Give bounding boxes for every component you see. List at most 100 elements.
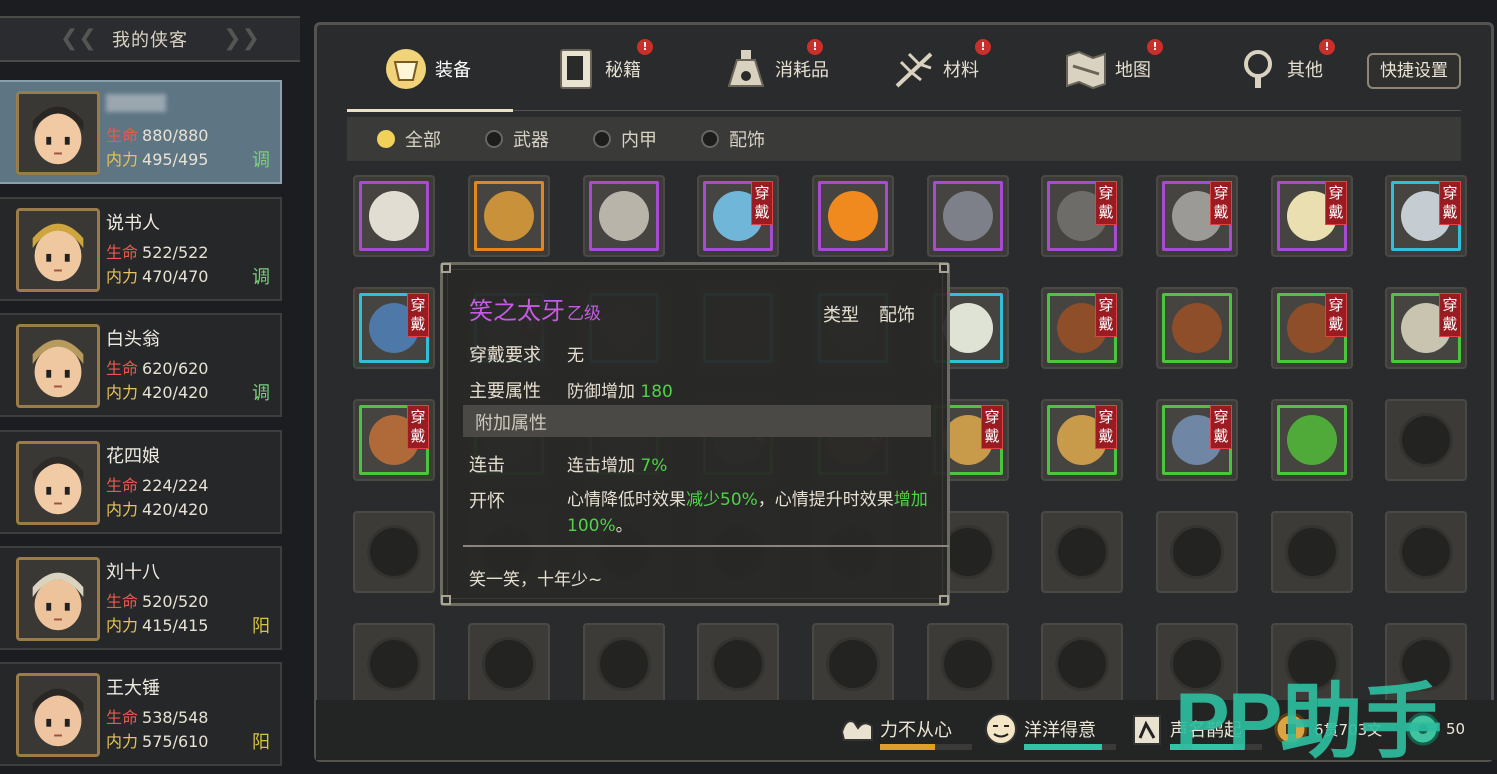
empty-slot[interactable] — [927, 623, 1009, 705]
empty-socket-icon — [1055, 637, 1109, 691]
empty-slot[interactable] — [1041, 623, 1123, 705]
corner-ornament-icon — [939, 263, 949, 273]
item-name: 笑之太牙 乙级 — [469, 297, 601, 325]
filter-option[interactable]: 武器 — [485, 126, 549, 152]
tab-potion[interactable]: 消耗品! — [723, 39, 829, 99]
corner-ornament-icon — [441, 263, 451, 273]
tab-herb[interactable]: 材料! — [891, 39, 991, 99]
radio-icon — [701, 130, 719, 148]
item-slot[interactable] — [812, 175, 894, 257]
alert-badge-icon: ! — [975, 39, 991, 55]
item-slot[interactable]: 穿戴 — [353, 399, 435, 481]
watermark-logo: PP助手 — [1175, 677, 1442, 768]
equipped-tag: 穿戴 — [1095, 293, 1117, 337]
glove-icon — [1172, 303, 1222, 353]
hero-card[interactable]: 生命 880/880 内力 495/495 调 — [0, 80, 282, 184]
empty-socket-icon — [711, 637, 765, 691]
item-slot[interactable]: 穿戴 — [1385, 175, 1467, 257]
empty-slot[interactable] — [697, 623, 779, 705]
pouch-icon — [369, 191, 419, 241]
equipped-tag: 穿戴 — [1439, 293, 1461, 337]
hero-portrait — [16, 557, 100, 641]
empty-slot[interactable] — [812, 623, 894, 705]
item-slot[interactable]: 穿戴 — [1041, 175, 1123, 257]
tab-label: 装备 — [435, 60, 471, 81]
muscle-icon — [840, 720, 873, 741]
hero-card[interactable]: 刘十八 生命 520/520 内力 415/415 阳 — [0, 546, 282, 650]
avatar-icon — [19, 676, 97, 754]
item-slot[interactable]: 穿戴 — [1041, 399, 1123, 481]
empty-slot[interactable] — [1041, 511, 1123, 593]
item-slot[interactable]: 穿戴 — [1041, 287, 1123, 369]
item-description: 笑一笑，十年少~ — [469, 570, 603, 590]
left-chevron-icon: ❮❮ — [60, 26, 97, 51]
empty-socket-icon — [1399, 525, 1453, 579]
tab-lamp[interactable]: 其他! — [1235, 39, 1335, 99]
item-slot[interactable] — [1271, 399, 1353, 481]
empty-slot[interactable] — [1156, 511, 1238, 593]
item-tooltip: 笑之太牙 乙级 类型 配饰 穿戴要求 无 主要属性 防御增加 180 附加属性 连… — [440, 262, 950, 606]
hero-card[interactable]: 说书人 生命 522/522 内力 470/470 调 — [0, 197, 282, 301]
hero-card[interactable]: 王大锤 生命 538/548 内力 575/610 阳 — [0, 662, 282, 766]
filter-option[interactable]: 配饰 — [701, 126, 765, 152]
extra-attr-label: 连击 — [469, 455, 505, 476]
filter-option[interactable]: 全部 — [377, 126, 441, 152]
requirement-label: 穿戴要求 — [469, 345, 541, 366]
item-slot[interactable] — [927, 175, 1009, 257]
item-slot[interactable]: 穿戴 — [353, 287, 435, 369]
hero-name: 花四娘 — [106, 446, 160, 467]
hero-name: 刘十八 — [106, 562, 160, 583]
hero-mp: 内力 420/420 — [106, 383, 209, 402]
item-slot[interactable]: 穿戴 — [697, 175, 779, 257]
hero-card[interactable]: 白头翁 生命 620/620 内力 420/420 调 — [0, 313, 282, 417]
tab-armor[interactable]: 装备 — [383, 39, 471, 99]
radio-icon — [485, 130, 503, 148]
item-slot[interactable]: 穿戴 — [1385, 287, 1467, 369]
item-slot[interactable]: 穿戴 — [1156, 175, 1238, 257]
tab-divider — [513, 110, 1461, 111]
extra-attr-label: 开怀 — [469, 491, 505, 512]
status-effect[interactable]: 力不从心 — [838, 710, 972, 750]
main-attr-label: 主要属性 — [469, 381, 541, 402]
empty-slot[interactable] — [468, 623, 550, 705]
empty-slot[interactable] — [1385, 511, 1467, 593]
equipped-tag: 穿戴 — [981, 405, 1003, 449]
hero-card[interactable]: 花四娘 生命 224/224 内力 420/420 — [0, 430, 282, 534]
empty-slot[interactable] — [583, 623, 665, 705]
item-slot[interactable] — [468, 175, 550, 257]
empty-slot[interactable] — [353, 511, 435, 593]
tab-label: 其他 — [1287, 60, 1323, 81]
empty-slot[interactable] — [1385, 399, 1467, 481]
hero-hp: 生命 520/520 — [106, 592, 209, 611]
empty-socket-icon — [367, 525, 421, 579]
tab-book[interactable]: 秘籍! — [553, 39, 653, 99]
corner-ornament-icon — [939, 595, 949, 605]
hero-hp: 生命 224/224 — [106, 476, 209, 495]
hero-mood: 阳 — [252, 732, 270, 753]
hero-mood: 调 — [252, 383, 270, 404]
avatar-icon — [19, 94, 97, 172]
item-slot[interactable]: 穿戴 — [1271, 175, 1353, 257]
filter-option[interactable]: 内甲 — [593, 126, 657, 152]
hero-hp: 生命 880/880 — [106, 126, 209, 145]
equipped-tag: 穿戴 — [407, 405, 429, 449]
tab-map[interactable]: 地图! — [1063, 39, 1163, 99]
empty-socket-icon — [482, 637, 536, 691]
item-slot[interactable] — [1156, 287, 1238, 369]
empty-socket-icon — [826, 637, 880, 691]
status-effect[interactable]: 洋洋得意 — [982, 710, 1116, 750]
hero-hp: 生命 522/522 — [106, 243, 209, 262]
empty-slot[interactable] — [1271, 511, 1353, 593]
item-slot[interactable] — [583, 175, 665, 257]
item-slot[interactable]: 穿戴 — [1271, 287, 1353, 369]
item-slot[interactable]: 穿戴 — [1156, 399, 1238, 481]
alert-badge-icon: ! — [1147, 39, 1163, 55]
equipped-tag: 穿戴 — [1095, 181, 1117, 225]
spear-icon — [599, 191, 649, 241]
hero-mp: 内力 575/610 — [106, 732, 209, 751]
quick-settings-button[interactable]: 快捷设置 — [1367, 53, 1461, 89]
item-slot[interactable] — [353, 175, 435, 257]
potion-icon — [727, 50, 765, 87]
empty-slot[interactable] — [353, 623, 435, 705]
smile-icon — [985, 713, 1017, 745]
